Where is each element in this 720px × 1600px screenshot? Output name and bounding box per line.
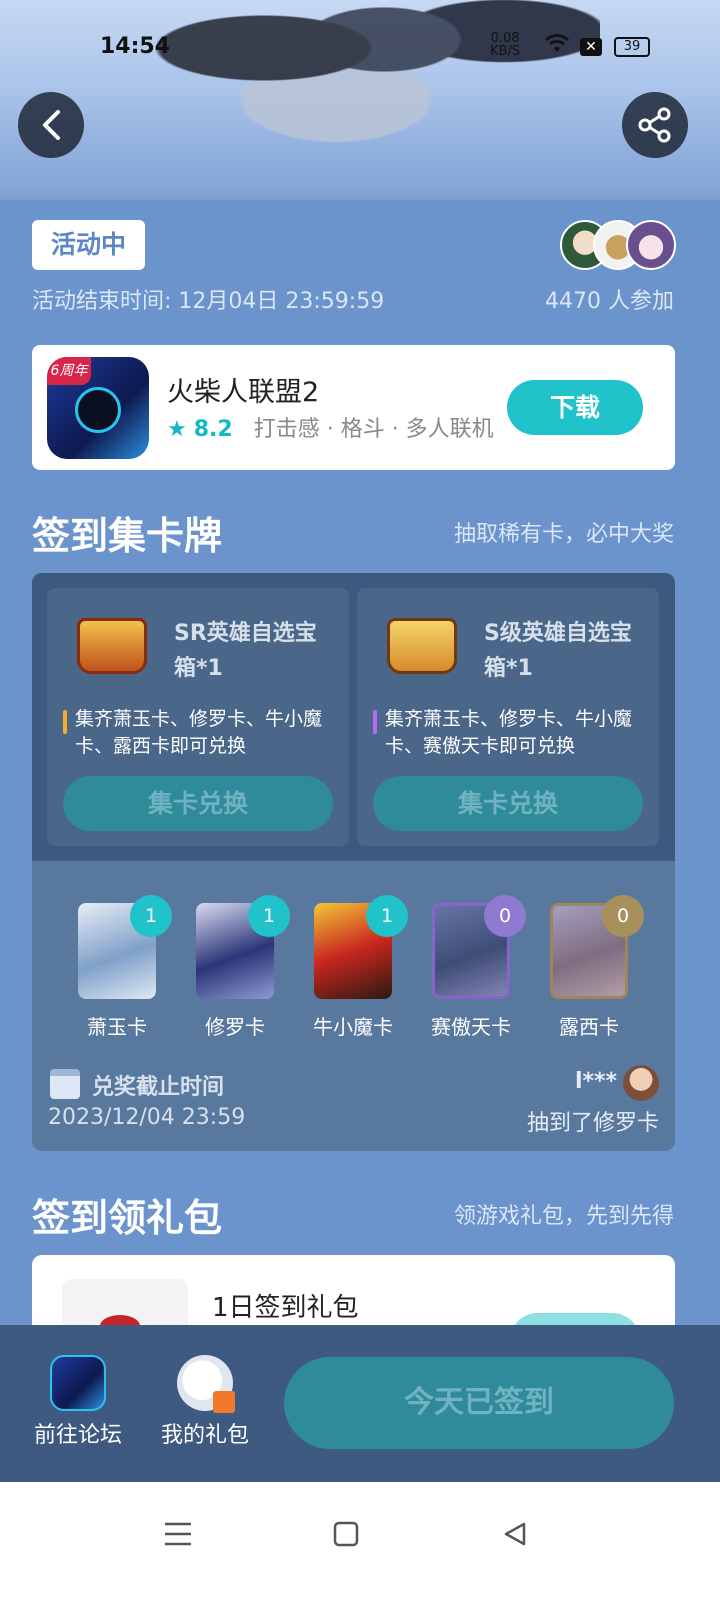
gift-name: 1日签到礼包 bbox=[212, 1293, 359, 1323]
winner-result: 抽到了修罗卡 bbox=[526, 1111, 659, 1136]
bottom-action-bar: 前往论坛 我的礼包 今天已签到 bbox=[0, 1325, 720, 1482]
calendar-icon bbox=[50, 1069, 80, 1099]
reward-card-s: S级英雄自选宝箱*1 集齐萧玉卡、修罗卡、牛小魔卡、赛傲天卡即可兑换 集卡兑换 bbox=[357, 588, 659, 846]
card-count-badge: 1 bbox=[366, 895, 408, 937]
reward-title: SR英雄自选宝箱*1 bbox=[174, 621, 317, 681]
card-section-subtitle: 抽取稀有卡，必中大奖 bbox=[453, 522, 674, 547]
status-time: 14:54 bbox=[100, 34, 171, 59]
star-icon: ★ bbox=[167, 417, 187, 442]
anniversary-badge: 6周年 bbox=[47, 357, 91, 385]
gift-icon bbox=[177, 1355, 235, 1413]
redeem-button[interactable]: 集卡兑换 bbox=[63, 776, 333, 831]
card-count-badge: 0 bbox=[484, 895, 526, 937]
signed-in-button[interactable]: 今天已签到 bbox=[284, 1357, 674, 1449]
collect-card-saoaotian[interactable]: 0 赛傲天卡 bbox=[431, 895, 526, 1040]
reward-card-sr: SR英雄自选宝箱*1 集齐萧玉卡、修罗卡、牛小魔卡、露西卡即可兑换 集卡兑换 bbox=[47, 588, 349, 846]
card-name: 牛小魔卡 bbox=[313, 1015, 393, 1039]
collect-card-xiuluo[interactable]: 1 修罗卡 bbox=[195, 895, 290, 1040]
download-button[interactable]: 下载 bbox=[507, 380, 643, 435]
card-count-badge: 0 bbox=[602, 895, 644, 937]
game-card[interactable]: 6周年 火柴人联盟2 ★ 8.2 打击感 · 格斗 · 多人联机 下载 bbox=[32, 345, 675, 470]
game-icon: 6周年 bbox=[47, 357, 149, 459]
avatar bbox=[623, 1065, 659, 1101]
network-speed-unit: KB/S bbox=[490, 44, 521, 59]
gift-section-title: 签到领礼包 bbox=[32, 1196, 223, 1240]
card-name: 露西卡 bbox=[559, 1015, 619, 1039]
menu-icon[interactable] bbox=[163, 1520, 193, 1555]
chevron-left-icon bbox=[43, 110, 60, 140]
deadline-value: 2023/12/04 23:59 bbox=[48, 1105, 246, 1130]
back-button[interactable] bbox=[18, 92, 84, 158]
collect-card-xiaoyu[interactable]: 1 萧玉卡 bbox=[77, 895, 172, 1040]
network-speed: 0.08 KB/S bbox=[490, 32, 520, 58]
avatar bbox=[626, 220, 676, 270]
hero-banner bbox=[0, 0, 720, 200]
game-artwork bbox=[120, 0, 600, 150]
share-button[interactable] bbox=[622, 92, 688, 158]
card-section-title: 签到集卡牌 bbox=[32, 514, 223, 558]
card-name: 修罗卡 bbox=[205, 1015, 265, 1039]
card-name: 萧玉卡 bbox=[87, 1015, 147, 1039]
wifi-icon bbox=[545, 34, 569, 59]
battery-icon: 39 bbox=[614, 37, 650, 57]
card-count-badge: 1 bbox=[248, 895, 290, 937]
card-count-badge: 1 bbox=[130, 895, 172, 937]
game-rating: 8.2 bbox=[193, 417, 233, 442]
redeem-button[interactable]: 集卡兑换 bbox=[373, 776, 643, 831]
participant-avatars[interactable] bbox=[560, 220, 676, 270]
treasure-chest-icon bbox=[387, 618, 457, 674]
back-nav-icon[interactable] bbox=[502, 1520, 528, 1555]
reward-description: 集齐萧玉卡、修罗卡、牛小魔卡、赛傲天卡即可兑换 bbox=[373, 706, 653, 760]
game-title: 火柴人联盟2 bbox=[167, 377, 320, 408]
event-end-time: 活动结束时间: 12月04日 23:59:59 bbox=[32, 289, 385, 314]
gift-section-subtitle: 领游戏礼包，先到先得 bbox=[453, 1204, 674, 1229]
deadline-label: 兑奖截止时间 bbox=[92, 1075, 225, 1100]
event-status-badge: 活动中 bbox=[32, 220, 145, 270]
home-icon[interactable] bbox=[333, 1520, 359, 1555]
forum-label: 前往论坛 bbox=[33, 1423, 122, 1448]
forum-icon bbox=[50, 1355, 106, 1411]
card-collection-panel: SR英雄自选宝箱*1 集齐萧玉卡、修罗卡、牛小魔卡、露西卡即可兑换 集卡兑换 S… bbox=[32, 573, 675, 1151]
sim-off-icon: ✕ bbox=[580, 38, 602, 56]
reward-title: S级英雄自选宝箱*1 bbox=[484, 621, 632, 681]
my-gifts-button[interactable]: 我的礼包 bbox=[157, 1355, 253, 1449]
collect-card-niuxiaomo[interactable]: 1 牛小魔卡 bbox=[313, 895, 408, 1040]
collect-card-luxi[interactable]: 0 露西卡 bbox=[549, 895, 644, 1040]
forum-button[interactable]: 前往论坛 bbox=[32, 1355, 124, 1449]
game-tags: 打击感 · 格斗 · 多人联机 bbox=[253, 417, 494, 442]
treasure-chest-icon bbox=[77, 618, 147, 674]
game-meta: ★ 8.2 打击感 · 格斗 · 多人联机 bbox=[167, 411, 494, 443]
status-bar: 14:54 0.08 KB/S ✕ 39 bbox=[0, 32, 720, 64]
reward-description: 集齐萧玉卡、修罗卡、牛小魔卡、露西卡即可兑换 bbox=[63, 706, 343, 760]
my-gifts-label: 我的礼包 bbox=[160, 1423, 249, 1448]
winner-name: l*** bbox=[574, 1069, 617, 1094]
share-icon bbox=[638, 107, 671, 143]
participant-count: 4470 人参加 bbox=[545, 289, 674, 314]
stickman-figure bbox=[75, 387, 121, 433]
card-name: 赛傲天卡 bbox=[431, 1015, 511, 1039]
system-nav-bar bbox=[0, 1482, 720, 1600]
